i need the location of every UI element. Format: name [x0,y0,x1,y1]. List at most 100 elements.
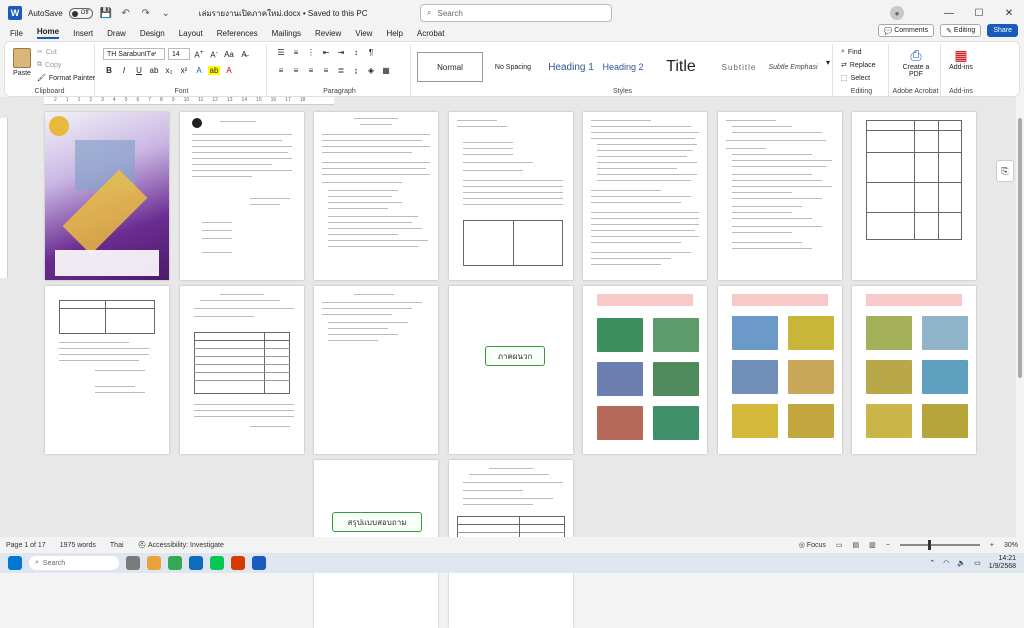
bookmark-icon[interactable]: ⎘ [996,160,1014,182]
pilcrow-icon[interactable]: ¶ [365,48,377,57]
clock[interactable]: 14:21 1/9/2568 [989,555,1016,571]
task-view-icon[interactable] [126,556,140,570]
redo-icon[interactable]: ↷ [139,8,153,19]
file-explorer-icon[interactable] [147,556,161,570]
tab-acrobat[interactable]: Acrobat [417,29,445,38]
share-button[interactable]: Share [987,24,1018,37]
shrink-font-icon[interactable]: A- [208,49,220,60]
search-box[interactable]: ⌕ Search [420,4,612,22]
zoom-slider-thumb[interactable] [927,540,931,550]
clear-format-icon[interactable]: A̶ [238,50,250,59]
page-thumbnail-form[interactable] [449,112,573,280]
accessibility-status[interactable]: ⛑ Accessibility: Investigate [138,541,224,549]
page-count[interactable]: Page 1 of 17 [6,542,46,549]
maximize-button[interactable]: ☐ [964,8,994,19]
tab-layout[interactable]: Layout [179,29,203,38]
page-thumbnail-text-4[interactable] [314,286,438,454]
tab-view[interactable]: View [355,29,372,38]
print-layout-icon[interactable]: ▤ [853,541,860,549]
web-layout-icon[interactable]: ▥ [869,541,876,549]
numbering-icon[interactable]: ≡ [290,48,302,57]
page-thumbnail-photos-2[interactable] [718,286,842,454]
page-thumbnail-text-3[interactable] [718,112,842,280]
format-painter-button[interactable]: 🖌 Format Painter [37,74,95,83]
tab-home[interactable]: Home [36,27,60,39]
autosave-toggle[interactable]: Off [68,7,93,19]
cut-button[interactable]: ✂ Cut [37,48,57,57]
align-left-icon[interactable]: ≡ [275,66,287,75]
wifi-icon[interactable]: ◠ [943,559,949,567]
undo-icon[interactable]: ↶ [119,8,133,19]
tab-design[interactable]: Design [140,29,165,38]
scrollbar-thumb[interactable] [1018,118,1022,378]
create-pdf-button[interactable]: ⎙ Create a PDF [901,47,931,78]
zoom-in-icon[interactable]: + [990,542,994,549]
addins-button[interactable]: ▦ Add-ins [945,47,977,71]
taskbar-search[interactable]: ⌕ Search [29,556,119,570]
underline-icon[interactable]: U [133,66,145,75]
page-thumbnail-text-2[interactable] [583,112,707,280]
word-taskbar-icon[interactable] [252,556,266,570]
bold-icon[interactable]: B [103,66,115,75]
sort-icon[interactable]: ↕ [350,48,362,57]
editing-mode-button[interactable]: ✎ Editing [940,24,982,37]
zoom-out-icon[interactable]: − [886,542,890,549]
multilevel-list-icon[interactable]: ⋮ [305,48,317,57]
start-icon[interactable] [8,556,22,570]
customize-qat-icon[interactable]: ⌄ [159,8,173,19]
font-color-icon[interactable]: A [223,66,235,75]
subscript-icon[interactable]: x₂ [163,66,175,75]
shading-icon[interactable]: ◈ [365,66,377,75]
tab-file[interactable]: File [10,29,23,38]
page-thumbnail-text-1[interactable] [314,112,438,280]
font-size-select[interactable]: 14 [168,48,190,60]
page-thumbnail-table-2[interactable] [45,286,169,454]
change-case-icon[interactable]: Aa [223,50,235,59]
page-thumbnail-photos-1[interactable] [583,286,707,454]
style-no-spacing[interactable]: No Spacing [485,52,541,82]
zoom-level[interactable]: 30% [1004,542,1018,549]
grow-font-icon[interactable]: A+ [193,49,205,60]
styles-more-icon[interactable]: ▾ [826,58,830,67]
tab-review[interactable]: Review [315,29,341,38]
vertical-ruler[interactable] [0,118,8,278]
thai-distributed-icon[interactable]: ≣ [335,66,347,75]
superscript-icon[interactable]: x² [178,66,190,75]
bullets-icon[interactable]: ☰ [275,48,287,57]
save-icon[interactable]: 💾 [99,8,113,19]
highlight-icon[interactable]: ab [208,66,220,75]
increase-indent-icon[interactable]: ⇥ [335,48,347,57]
chrome-icon[interactable] [168,556,182,570]
avatar[interactable]: ● [890,6,904,20]
minimize-button[interactable]: — [934,8,964,19]
line-spacing-icon[interactable]: ↨ [350,66,362,75]
select-button[interactable]: ⬚ Select [841,74,870,83]
page-thumbnail-checklist[interactable] [180,286,304,454]
line-icon[interactable] [210,556,224,570]
align-center-icon[interactable]: ≡ [290,66,302,75]
horizontal-ruler[interactable]: 2 1 1 2 3 4 5 6 7 8 9 10 11 12 13 14 15 16 17 18 [44,97,334,105]
style-normal[interactable]: Normal [417,52,483,82]
focus-button[interactable]: ◎ Focus [799,541,826,549]
chevron-up-icon[interactable]: ⌃ [929,559,935,567]
tab-help[interactable]: Help [386,29,402,38]
zoom-slider[interactable] [899,540,980,550]
tab-insert[interactable]: Insert [73,29,93,38]
borders-icon[interactable]: ▦ [380,66,392,75]
page-thumbnail-table-1[interactable] [852,112,976,280]
decrease-indent-icon[interactable]: ⇤ [320,48,332,57]
align-right-icon[interactable]: ≡ [305,66,317,75]
page-thumbnail-appendix[interactable]: ภาคผนวก [449,286,573,454]
word-count[interactable]: 1975 words [60,542,96,549]
tab-references[interactable]: References [217,29,258,38]
italic-icon[interactable]: I [118,66,130,75]
paste-button[interactable]: Paste [11,48,33,77]
comments-button[interactable]: 💬 Comments [877,24,935,37]
read-mode-icon[interactable]: ▭ [836,541,843,549]
tab-draw[interactable]: Draw [107,29,126,38]
battery-icon[interactable]: ▭ [974,559,981,567]
close-button[interactable]: ✕ [994,8,1024,19]
edge-icon[interactable] [189,556,203,570]
strikethrough-icon[interactable]: ab [148,66,160,75]
volume-icon[interactable]: 🔈 [957,559,966,567]
